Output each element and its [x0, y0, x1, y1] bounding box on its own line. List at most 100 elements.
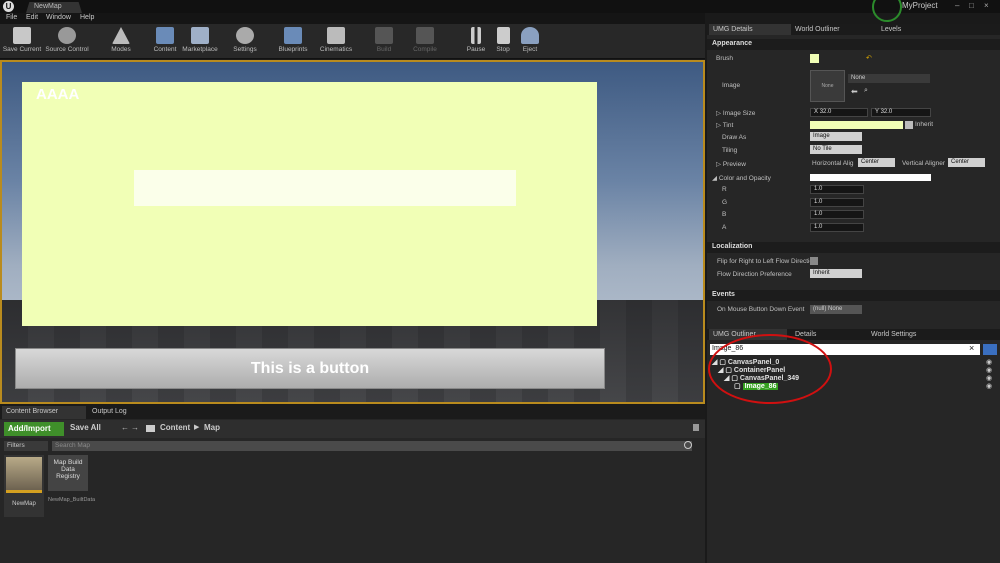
- tab-output-log[interactable]: Output Log: [88, 406, 148, 419]
- visibility-eye-icon[interactable]: ◉: [986, 374, 992, 382]
- pause-button[interactable]: Pause: [464, 26, 488, 57]
- events-label: Events: [712, 291, 735, 298]
- compile-button[interactable]: Compile: [410, 26, 440, 57]
- a-value: 1.0: [814, 224, 823, 230]
- appearance-section-header[interactable]: Appearance: [707, 39, 1000, 50]
- content-browser-tab-label: Content Browser: [6, 408, 59, 415]
- tab-content-browser[interactable]: Content Browser: [2, 406, 86, 419]
- search-options-button[interactable]: [983, 344, 997, 355]
- image-size-y-field[interactable]: Y 32.0: [871, 108, 931, 117]
- expand-arrow-icon[interactable]: ▷: [716, 122, 723, 129]
- localization-section-header[interactable]: Localization: [707, 242, 1000, 253]
- r-value: 1.0: [814, 186, 823, 192]
- menu-help[interactable]: Help: [80, 14, 94, 21]
- flip-rtl-checkbox[interactable]: [810, 257, 818, 265]
- save-all-button[interactable]: Save All: [70, 423, 101, 432]
- eject-button[interactable]: Eject: [518, 26, 542, 57]
- details-tabs: UMG Details World Outliner Levels: [707, 24, 1000, 35]
- visibility-eye-icon[interactable]: ◉: [986, 366, 992, 374]
- maximize-button[interactable]: □: [969, 1, 974, 10]
- visibility-eye-icon[interactable]: ◉: [986, 382, 992, 390]
- flow-direction-dropdown[interactable]: Inherit: [810, 269, 862, 278]
- use-selected-arrow-icon[interactable]: ⬅: [851, 87, 858, 96]
- r-field[interactable]: 1.0: [810, 185, 864, 194]
- g-field[interactable]: 1.0: [810, 198, 864, 207]
- compile-icon: [416, 27, 434, 44]
- breadcrumb-content[interactable]: Content: [160, 423, 190, 432]
- horizontal-align-dropdown[interactable]: Center: [858, 158, 895, 167]
- content-button[interactable]: Content: [150, 26, 180, 57]
- brush-color-swatch[interactable]: [810, 54, 819, 63]
- menu-edit[interactable]: Edit: [26, 14, 38, 21]
- stop-button[interactable]: Stop: [492, 26, 514, 57]
- tab-world-settings[interactable]: World Settings: [871, 331, 916, 338]
- blueprints-button[interactable]: Blueprints: [276, 26, 310, 57]
- inherit-checkbox[interactable]: [905, 121, 913, 129]
- image-asset-dropdown[interactable]: None: [848, 74, 930, 83]
- level-viewport[interactable]: AAAA This is a button: [0, 60, 705, 404]
- tiling-dropdown[interactable]: No Tile: [810, 145, 862, 154]
- modes-icon: [112, 27, 130, 44]
- modes-button[interactable]: Modes: [104, 26, 138, 57]
- expand-arrow-icon[interactable]: ▷: [716, 161, 723, 168]
- main-toolbar: Save Current Source Control Modes Conten…: [0, 24, 705, 59]
- search-map-placeholder: Search Map: [55, 442, 91, 449]
- a-field[interactable]: 1.0: [810, 223, 864, 232]
- expand-arrow-icon[interactable]: ▷: [716, 110, 723, 117]
- back-arrow-icon[interactable]: ←: [121, 423, 129, 432]
- tiling-value: No Tile: [813, 146, 832, 152]
- map-tab[interactable]: NewMap: [26, 2, 82, 13]
- inner-image-bar[interactable]: [134, 170, 516, 206]
- color-opacity-swatch[interactable]: [810, 174, 931, 181]
- breadcrumb-map[interactable]: Map: [204, 423, 220, 432]
- menu-file[interactable]: File: [6, 14, 17, 21]
- settings-button[interactable]: Settings: [230, 26, 260, 57]
- menu-window[interactable]: Window: [46, 14, 71, 21]
- save-current-label: Save Current: [2, 46, 42, 53]
- events-section-header[interactable]: Events: [707, 290, 1000, 301]
- image-asset-value: None: [851, 75, 866, 81]
- blueprints-icon: [284, 27, 302, 44]
- pause-icon: [471, 27, 481, 44]
- b-field[interactable]: 1.0: [810, 210, 864, 219]
- tab-umg-details[interactable]: UMG Details: [709, 24, 791, 35]
- pause-label: Pause: [466, 46, 486, 53]
- reset-arrow-icon[interactable]: ↶: [866, 54, 872, 62]
- image-size-x-field[interactable]: X 32.0: [810, 108, 868, 117]
- mouse-down-event-label: On Mouse Button Down Event: [717, 306, 805, 313]
- umg-button[interactable]: This is a button: [15, 348, 605, 389]
- project-name: MyProject: [902, 1, 938, 10]
- filters-button[interactable]: Filters: [4, 441, 48, 451]
- lock-icon[interactable]: [693, 424, 699, 431]
- image-thumbnail[interactable]: None: [810, 70, 845, 102]
- close-button[interactable]: ×: [984, 1, 989, 10]
- asset-tile-map-build-data[interactable]: Map Build Data Registry NewMap_BuiltData: [48, 455, 95, 517]
- tab-levels[interactable]: Levels: [881, 26, 901, 33]
- tab-world-outliner[interactable]: World Outliner: [795, 26, 840, 33]
- source-control-status-icon[interactable]: [872, 0, 902, 22]
- visibility-eye-icon[interactable]: ◉: [986, 358, 992, 366]
- add-import-button[interactable]: Add/Import: [4, 422, 64, 436]
- browse-search-icon[interactable]: ⌕: [864, 87, 868, 95]
- collapse-arrow-icon[interactable]: ◢: [712, 175, 719, 182]
- tint-color-swatch[interactable]: [810, 121, 903, 129]
- marketplace-button[interactable]: Marketplace: [180, 26, 220, 57]
- save-current-button[interactable]: Save Current: [2, 26, 42, 57]
- y-value: 32.0: [880, 109, 893, 115]
- minimize-button[interactable]: –: [955, 1, 959, 10]
- search-map-input[interactable]: Search Map: [52, 441, 692, 451]
- draw-as-dropdown[interactable]: Image: [810, 132, 862, 141]
- content-browser-tabs: Content Browser Output Log: [0, 405, 705, 419]
- asset-tile-newmap[interactable]: NewMap: [4, 455, 44, 517]
- mouse-down-event-binding[interactable]: (null) None: [810, 305, 862, 314]
- forward-arrow-icon[interactable]: →: [131, 423, 139, 432]
- source-control-button[interactable]: Source Control: [44, 26, 90, 57]
- x-value: 32.0: [819, 109, 832, 115]
- clear-search-icon[interactable]: ×: [969, 343, 974, 353]
- vertical-aligner-dropdown[interactable]: Center: [948, 158, 985, 167]
- b-label: B: [722, 211, 727, 218]
- build-button[interactable]: Build: [372, 26, 396, 57]
- appearance-label: Appearance: [712, 40, 753, 47]
- cinematics-button[interactable]: Cinematics: [318, 26, 354, 57]
- r-label: R: [722, 186, 727, 193]
